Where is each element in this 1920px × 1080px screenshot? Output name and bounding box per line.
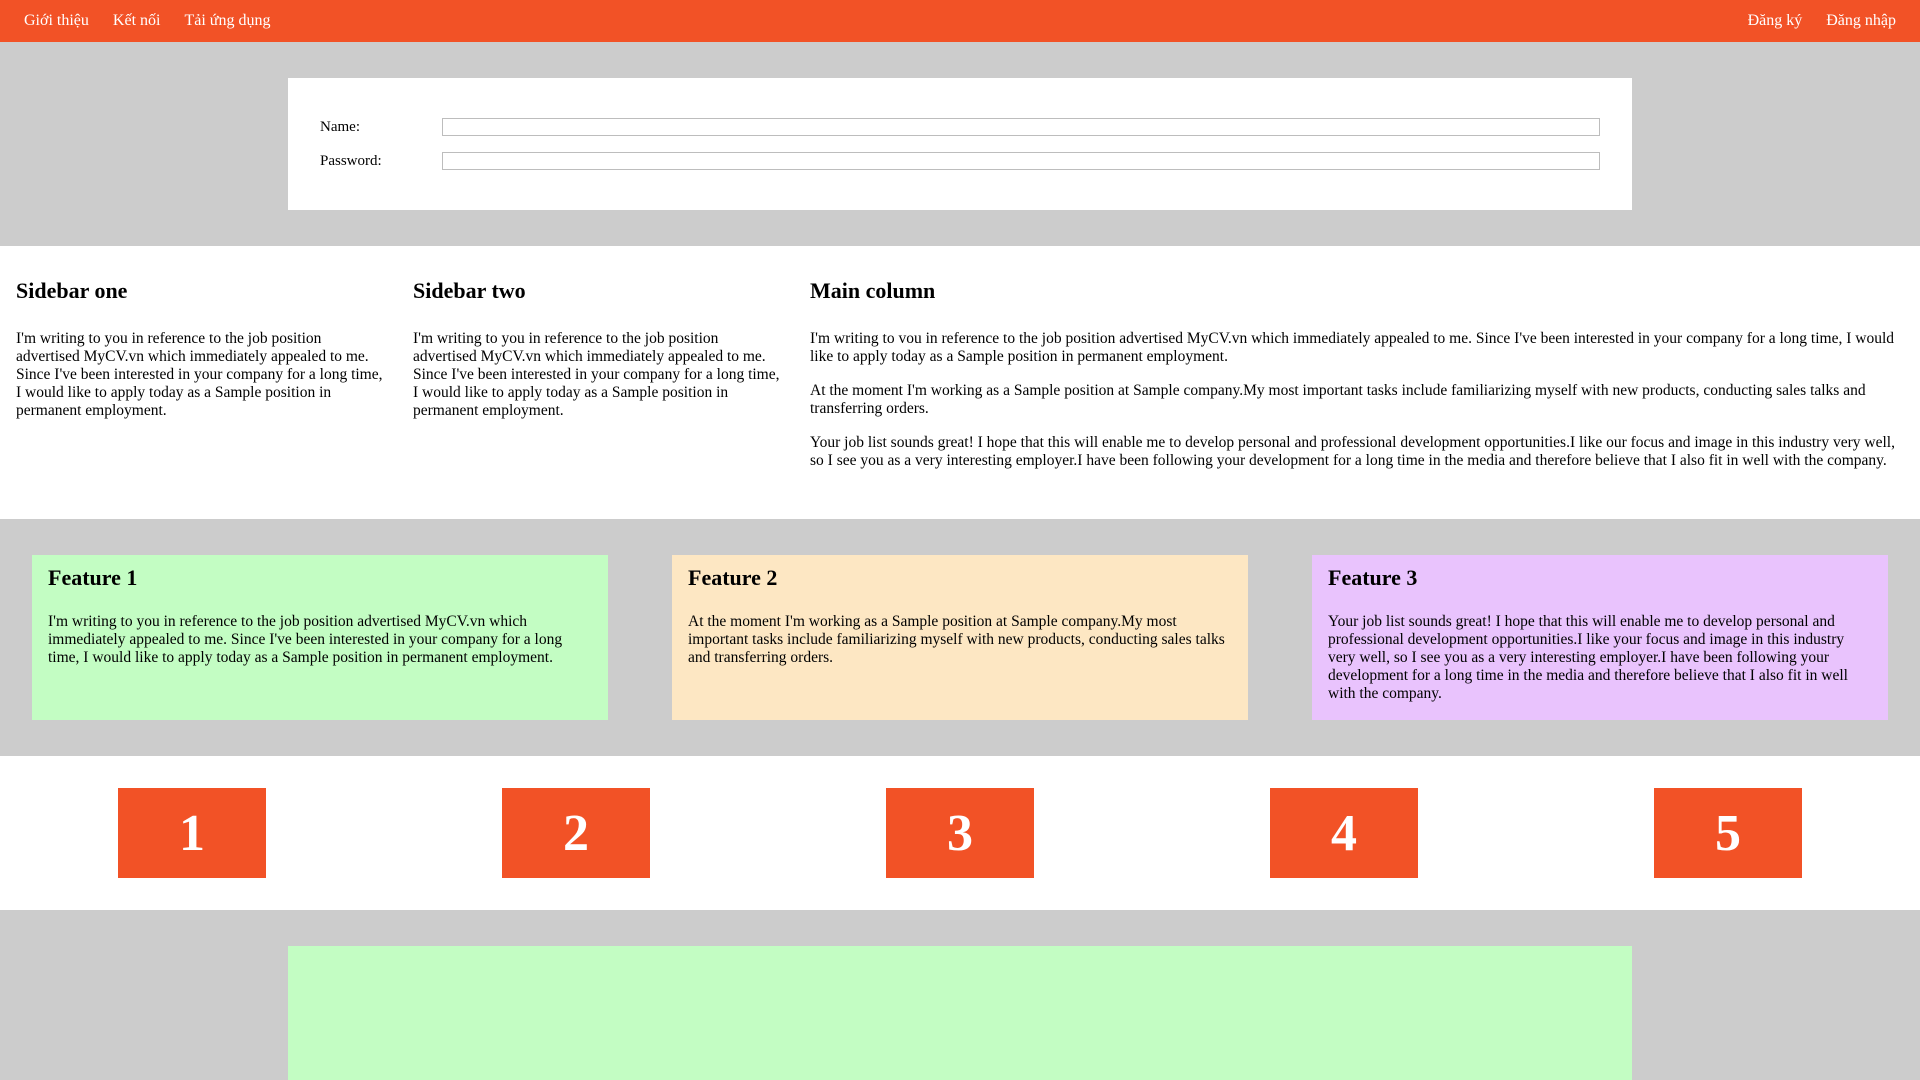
nav-left-group: Giới thiệu Kết nối Tải ứng dụng bbox=[12, 0, 282, 42]
nav-link-dang-ky[interactable]: Đăng ký bbox=[1736, 0, 1815, 42]
name-label: Name: bbox=[320, 118, 360, 135]
password-label: Password: bbox=[320, 152, 382, 169]
features-band: Feature 1 I'm writing to you in referenc… bbox=[0, 519, 1920, 756]
sidebar-two: Sidebar two I'm writing to you in refere… bbox=[413, 278, 783, 436]
main-column: Main column I'm writing to vou in refere… bbox=[810, 278, 1904, 486]
name-row: Name: bbox=[320, 116, 1600, 138]
footer-panel bbox=[288, 946, 1632, 1080]
sidebar-one: Sidebar one I'm writing to you in refere… bbox=[16, 278, 386, 436]
main-paragraph-1: I'm writing to vou in reference to the j… bbox=[810, 330, 1895, 365]
feature-2-title: Feature 2 bbox=[688, 565, 778, 590]
footer-band bbox=[0, 910, 1920, 1080]
feature-3-title: Feature 3 bbox=[1328, 565, 1418, 590]
feature-3-text: Your job list sounds great! I hope that … bbox=[1328, 613, 1848, 702]
nav-link-ket-noi[interactable]: Kết nối bbox=[101, 0, 173, 42]
login-band: Name: Password: bbox=[0, 42, 1920, 246]
password-row: Password: bbox=[320, 150, 1600, 172]
login-form-card: Name: Password: bbox=[288, 78, 1632, 210]
password-input[interactable] bbox=[442, 152, 1600, 170]
nav-link-dang-nhap[interactable]: Đăng nhập bbox=[1814, 0, 1908, 42]
numbers-band: 1 2 3 4 5 bbox=[0, 756, 1920, 910]
feature-card-2: Feature 2 At the moment I'm working as a… bbox=[672, 555, 1248, 720]
content-columns: Sidebar one I'm writing to you in refere… bbox=[0, 246, 1920, 519]
sidebar-one-title: Sidebar one bbox=[16, 278, 128, 303]
name-input[interactable] bbox=[442, 118, 1600, 136]
number-box-2[interactable]: 2 bbox=[502, 788, 650, 878]
feature-2-text: At the moment I'm working as a Sample po… bbox=[688, 613, 1225, 666]
nav-link-tai-ung-dung[interactable]: Tải ứng dụng bbox=[172, 0, 282, 42]
number-box-4[interactable]: 4 bbox=[1270, 788, 1418, 878]
number-box-3[interactable]: 3 bbox=[886, 788, 1034, 878]
nav-link-gioi-thieu[interactable]: Giới thiệu bbox=[12, 0, 101, 42]
number-box-1[interactable]: 1 bbox=[118, 788, 266, 878]
top-nav-bar: Giới thiệu Kết nối Tải ứng dụng Đăng ký … bbox=[0, 0, 1920, 42]
sidebar-one-text: I'm writing to you in reference to the j… bbox=[16, 330, 383, 419]
feature-card-1: Feature 1 I'm writing to you in referenc… bbox=[32, 555, 608, 720]
sidebar-two-title: Sidebar two bbox=[413, 278, 526, 303]
main-column-title: Main column bbox=[810, 278, 936, 303]
number-box-5[interactable]: 5 bbox=[1654, 788, 1802, 878]
main-paragraph-3: Your job list sounds great! I hope that … bbox=[810, 434, 1895, 469]
main-paragraph-2: At the moment I'm working as a Sample po… bbox=[810, 382, 1866, 417]
feature-1-text: I'm writing to you in reference to the j… bbox=[48, 613, 563, 666]
feature-1-title: Feature 1 bbox=[48, 565, 138, 590]
feature-card-3: Feature 3 Your job list sounds great! I … bbox=[1312, 555, 1888, 720]
nav-right-group: Đăng ký Đăng nhập bbox=[1736, 0, 1908, 42]
sidebar-two-text: I'm writing to you in reference to the j… bbox=[413, 330, 780, 419]
